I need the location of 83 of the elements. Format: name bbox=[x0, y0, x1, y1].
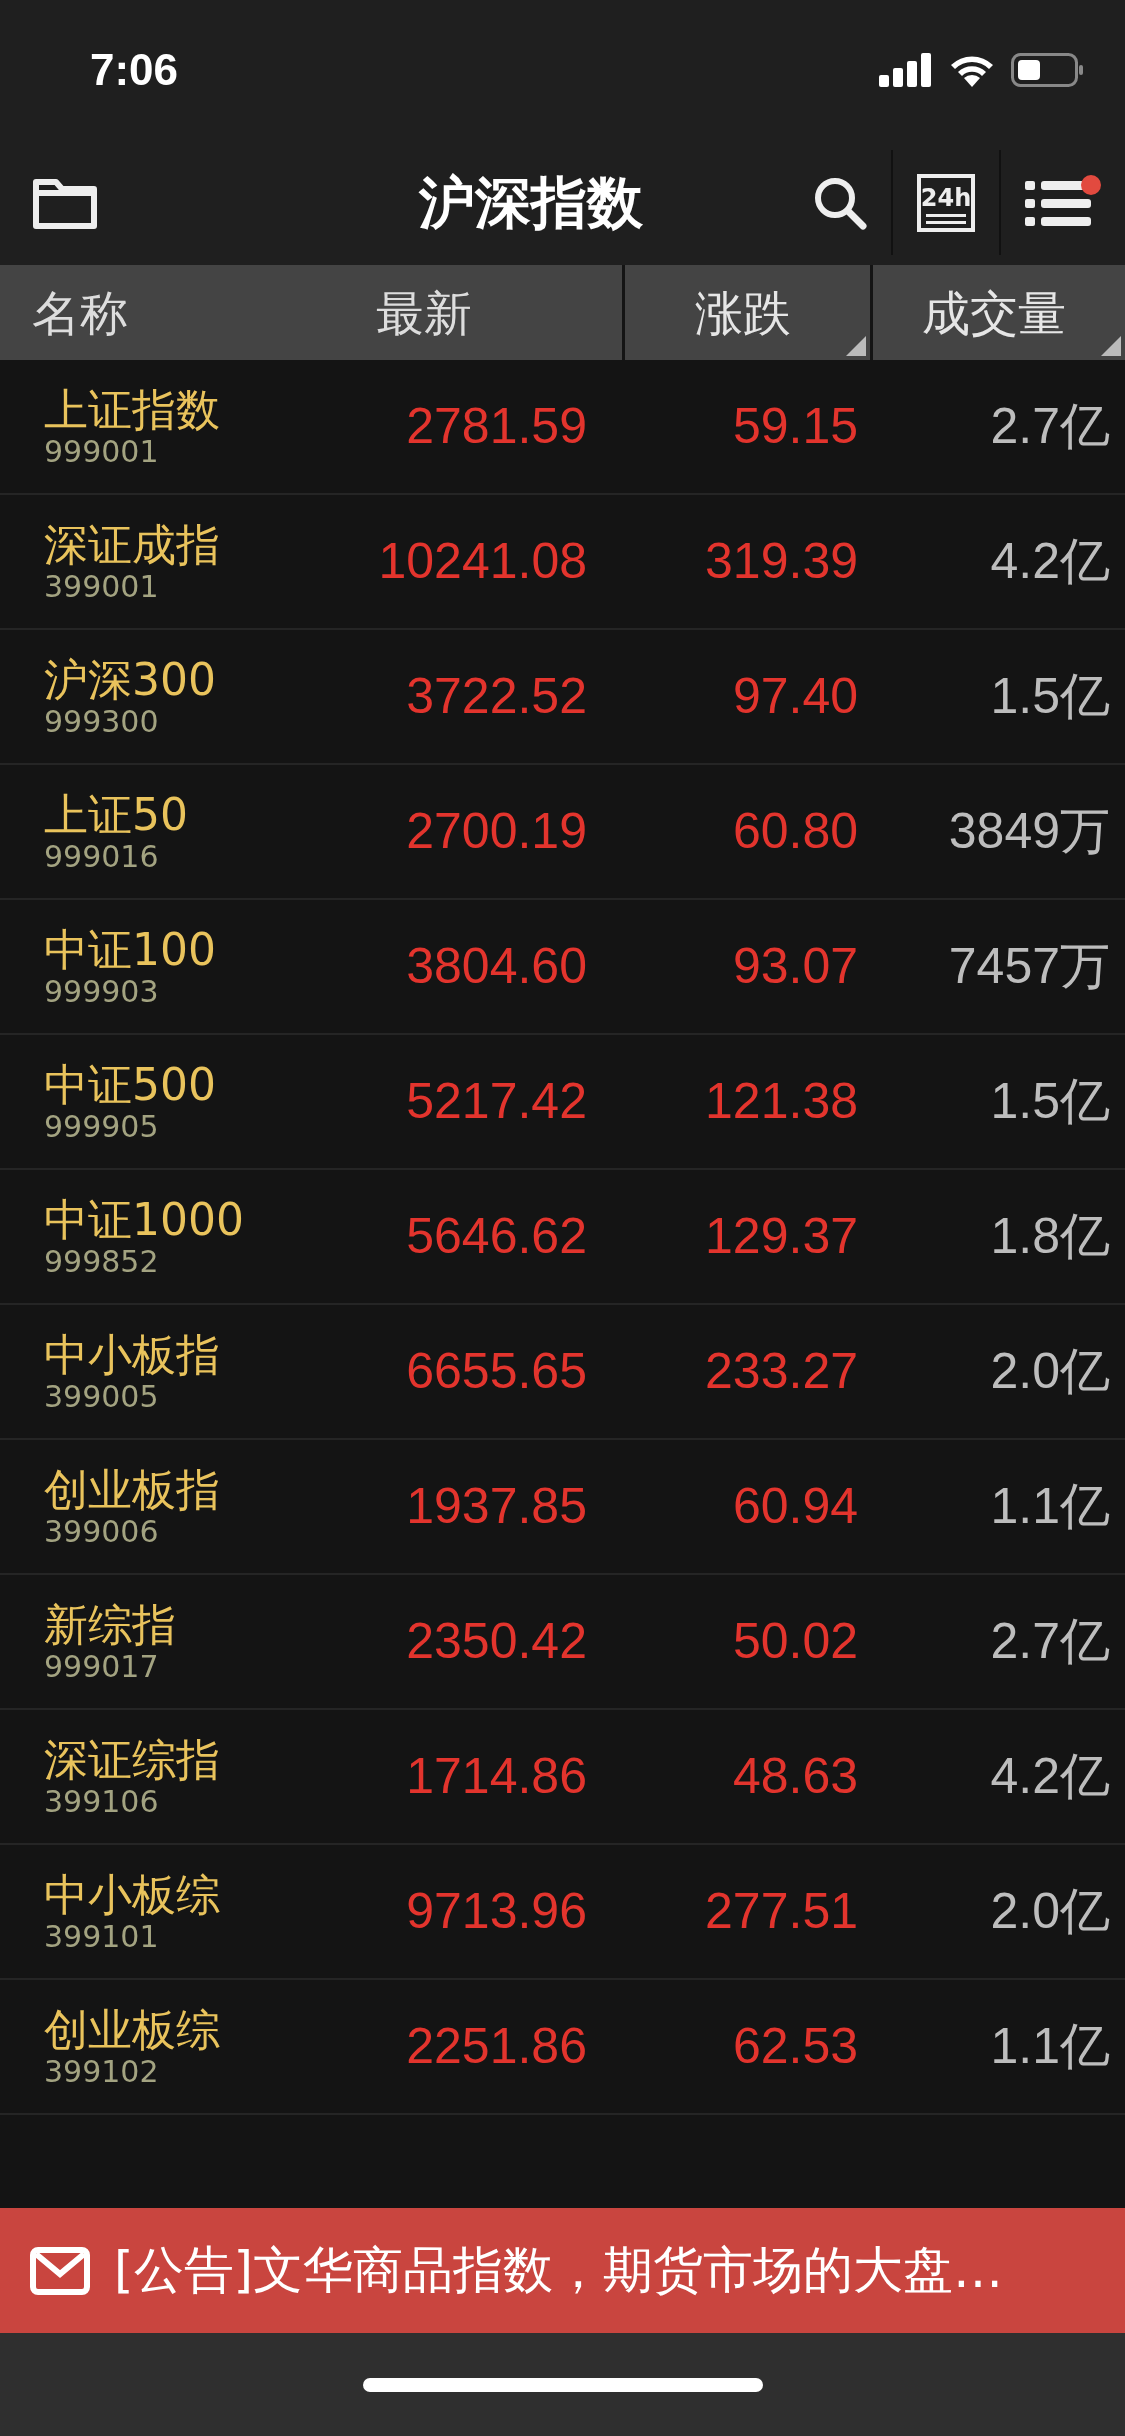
index-code: 399005 bbox=[44, 1380, 160, 1414]
index-code: 999001 bbox=[44, 435, 160, 469]
index-code: 399006 bbox=[44, 1515, 160, 1549]
price-cell-text: 3804.60 bbox=[405, 937, 587, 996]
change-cell-text: 97.40 bbox=[731, 667, 858, 726]
sort-icon bbox=[846, 336, 866, 356]
index-name[interactable]: 中证1000 bbox=[44, 1194, 340, 1246]
change-cell-text: 277.51 bbox=[704, 1882, 858, 1941]
column-header[interactable]: 涨跌 bbox=[625, 265, 870, 360]
change-cell-text: 60.94 bbox=[731, 1477, 858, 1536]
price-cell-text: 5217.42 bbox=[405, 1072, 587, 1131]
change-cell-text: 233.27 bbox=[704, 1342, 858, 1401]
index-name[interactable]: 上证50 bbox=[44, 789, 340, 841]
announcement-bar[interactable]: [公告]文华商品指数，期货市场的大盘… bbox=[0, 2208, 1125, 2333]
price-cell-text: 5646.62 bbox=[405, 1207, 587, 1266]
volume-cell-text: 1.5亿 bbox=[989, 667, 1110, 726]
volume-cell-text: 7457万 bbox=[947, 937, 1110, 996]
price-cell-text: 10241.08 bbox=[377, 532, 587, 591]
index-code: 999852 bbox=[44, 1245, 160, 1279]
volume-cell-text: 2.0亿 bbox=[989, 1882, 1110, 1941]
price-cell-text: 6655.65 bbox=[405, 1342, 587, 1401]
volume-cell-text: 1.1亿 bbox=[989, 2017, 1110, 2076]
change-cell-text: 48.63 bbox=[731, 1747, 858, 1806]
column-header[interactable]: 最新 bbox=[376, 276, 472, 349]
change-cell-text: 59.15 bbox=[731, 397, 858, 456]
news-24h-button[interactable]: 24h bbox=[917, 173, 975, 232]
volume-cell-text: 2.0亿 bbox=[989, 1342, 1110, 1401]
index-name[interactable]: 中证500 bbox=[44, 1059, 340, 1111]
volume-cell-text: 4.2亿 bbox=[989, 532, 1110, 591]
wifi-icon bbox=[949, 53, 995, 87]
index-name[interactable]: 新综指 bbox=[44, 1599, 340, 1651]
index-code: 399001 bbox=[44, 570, 160, 604]
index-code: 999016 bbox=[44, 840, 160, 874]
index-code: 399101 bbox=[44, 1920, 160, 1954]
change-cell-text: 121.38 bbox=[704, 1072, 858, 1131]
column-header[interactable]: 成交量 bbox=[873, 265, 1125, 360]
change-cell-text: 62.53 bbox=[731, 2017, 858, 2076]
volume-cell-text: 4.2亿 bbox=[989, 1747, 1110, 1806]
index-name[interactable]: 中证100 bbox=[44, 924, 340, 976]
index-name[interactable]: 上证指数 bbox=[44, 384, 340, 436]
index-code: 399102 bbox=[44, 2055, 160, 2089]
volume-cell-text: 3849万 bbox=[947, 802, 1110, 861]
price-cell-text: 2350.42 bbox=[405, 1612, 587, 1671]
change-cell-text: 129.37 bbox=[704, 1207, 858, 1266]
sort-icon bbox=[1101, 336, 1121, 356]
price-cell-text: 2700.19 bbox=[405, 802, 587, 861]
price-cell-text: 2781.59 bbox=[405, 397, 587, 456]
home-indicator[interactable] bbox=[362, 2377, 763, 2392]
announcement-text[interactable]: [公告]文华商品指数，期货市场的大盘… bbox=[114, 2233, 1003, 2308]
price-cell-text: 1937.85 bbox=[405, 1477, 587, 1536]
change-cell-text: 60.80 bbox=[731, 802, 858, 861]
volume-cell-text: 2.7亿 bbox=[989, 397, 1110, 456]
index-code: 399106 bbox=[44, 1785, 160, 1819]
battery-icon bbox=[1011, 53, 1085, 87]
index-code: 999300 bbox=[44, 705, 160, 739]
search-button[interactable] bbox=[813, 175, 867, 230]
index-name[interactable]: 中小板指 bbox=[44, 1329, 340, 1381]
volume-cell-text: 2.7亿 bbox=[989, 1612, 1110, 1671]
signal-icon bbox=[879, 53, 933, 87]
index-name[interactable]: 创业板综 bbox=[44, 2004, 340, 2056]
change-cell-text: 50.02 bbox=[731, 1612, 858, 1671]
index-name[interactable]: 沪深300 bbox=[44, 654, 340, 706]
index-code: 999903 bbox=[44, 975, 160, 1009]
index-name[interactable]: 创业板指 bbox=[44, 1464, 340, 1516]
index-name[interactable]: 深证综指 bbox=[44, 1734, 340, 1786]
change-cell-text: 319.39 bbox=[704, 532, 858, 591]
volume-cell-text: 1.1亿 bbox=[989, 1477, 1110, 1536]
change-cell-text: 93.07 bbox=[731, 937, 858, 996]
price-cell-text: 9713.96 bbox=[405, 1882, 587, 1941]
index-name[interactable]: 深证成指 bbox=[44, 519, 340, 571]
volume-cell-text: 1.8亿 bbox=[989, 1207, 1110, 1266]
index-code: 999905 bbox=[44, 1110, 160, 1144]
mail-icon bbox=[30, 2246, 90, 2295]
page-title: 沪深指数 bbox=[417, 168, 644, 237]
price-cell-text: 1714.86 bbox=[405, 1747, 587, 1806]
menu-button[interactable] bbox=[1025, 178, 1093, 227]
index-name[interactable]: 中小板综 bbox=[44, 1869, 340, 1921]
column-header[interactable]: 名称 bbox=[32, 276, 128, 349]
status-time: 7:06 bbox=[90, 44, 179, 96]
index-code: 999017 bbox=[44, 1650, 160, 1684]
price-cell-text: 2251.86 bbox=[405, 2017, 587, 2076]
price-cell-text: 3722.52 bbox=[405, 667, 587, 726]
volume-cell-text: 1.5亿 bbox=[989, 1072, 1110, 1131]
